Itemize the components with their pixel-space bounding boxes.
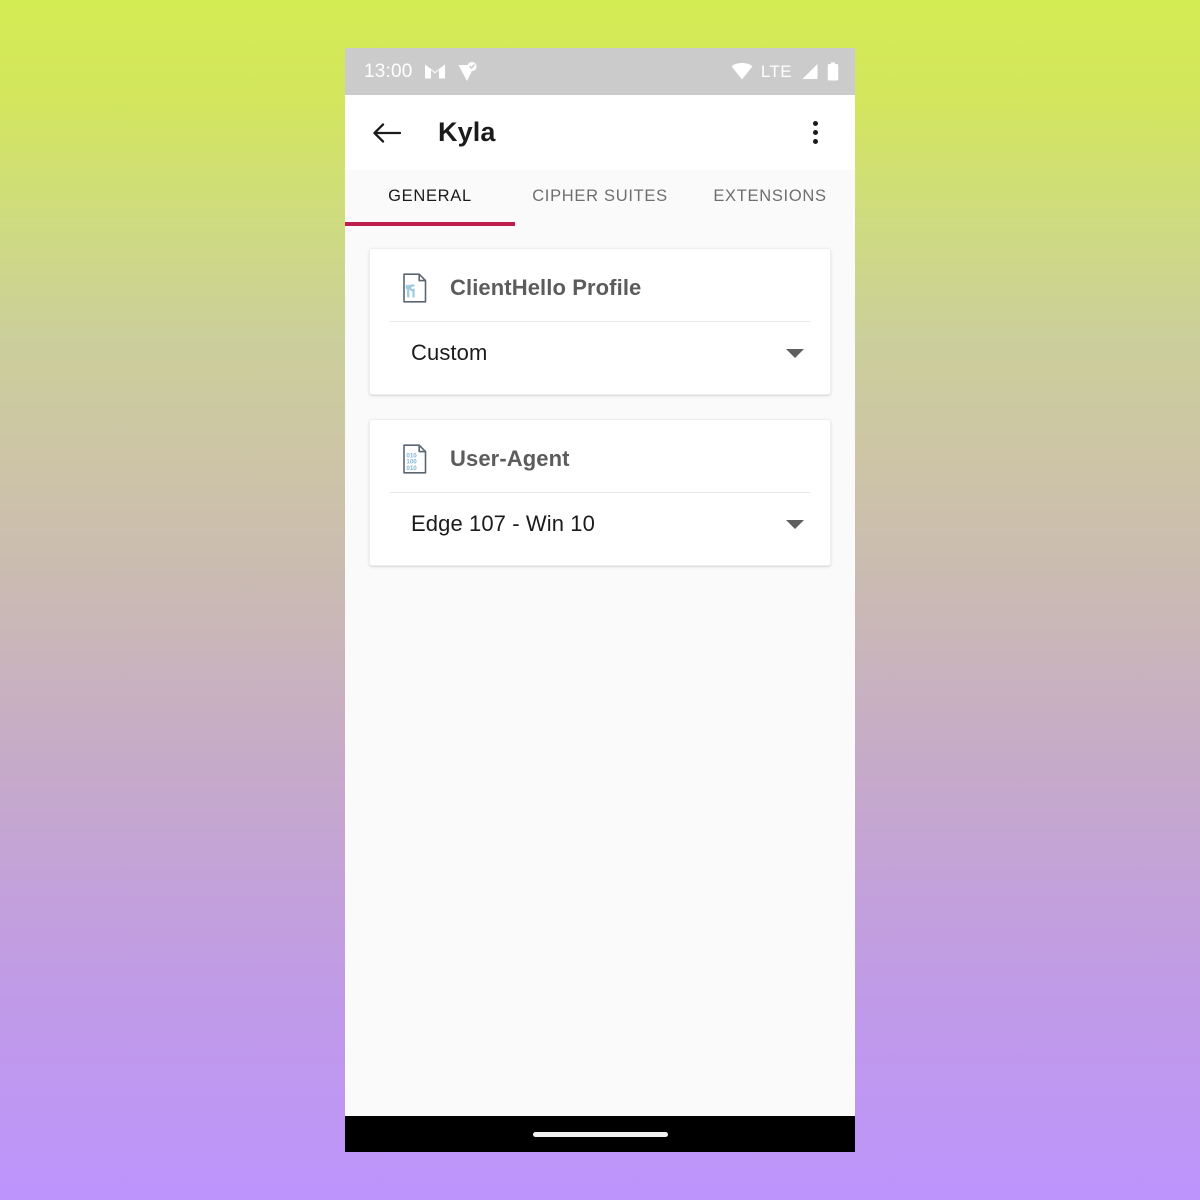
overflow-menu-icon-dot — [812, 139, 818, 144]
tab-cipher-suites-label: CIPHER SUITES — [532, 186, 668, 205]
app-bar: Kyla — [345, 95, 855, 170]
card-clienthello-profile-title: ClientHello Profile — [450, 275, 642, 300]
chevron-down-icon — [786, 348, 804, 358]
status-bar-left: 13:00 — [364, 61, 477, 82]
back-button[interactable] — [369, 115, 405, 151]
arrow-back-icon — [373, 122, 401, 143]
status-bar-right: LTE — [731, 62, 839, 81]
card-user-agent-title: User-Agent — [450, 446, 570, 471]
wifi-icon — [731, 63, 753, 80]
card-user-agent: 010 100 010 User-Agent Edge 107 - Win 10 — [369, 419, 831, 566]
card-user-agent-header: 010 100 010 User-Agent — [370, 436, 830, 482]
tab-extensions-label: EXTENSIONS — [713, 186, 827, 205]
card-clienthello-profile-header: ClientHello Profile — [370, 265, 830, 311]
card-clienthello-profile: ClientHello Profile Custom — [369, 248, 831, 395]
svg-text:010: 010 — [406, 465, 417, 472]
tab-general-label: GENERAL — [388, 186, 472, 205]
chevron-down-icon — [786, 519, 804, 529]
tab-general[interactable]: GENERAL — [345, 170, 515, 226]
tab-cipher-suites[interactable]: CIPHER SUITES — [515, 170, 685, 226]
phone-screen: 13:00 LTE Kyla GENERAL CIPHER SUITES EXT… — [345, 48, 855, 1152]
tab-extensions[interactable]: EXTENSIONS — [685, 170, 855, 226]
settings-content: ClientHello Profile Custom 010 100 010 U… — [345, 226, 855, 1116]
document-binary-icon: 010 100 010 — [403, 444, 427, 474]
tab-active-indicator — [345, 222, 515, 226]
clienthello-profile-select[interactable]: Custom — [370, 322, 830, 384]
user-agent-select[interactable]: Edge 107 - Win 10 — [370, 493, 830, 555]
home-gesture-pill[interactable] — [532, 1131, 668, 1137]
user-agent-value: Edge 107 - Win 10 — [411, 511, 595, 536]
status-bar-clock: 13:00 — [364, 61, 413, 82]
clienthello-profile-value: Custom — [411, 340, 488, 365]
tab-bar: GENERAL CIPHER SUITES EXTENSIONS — [345, 170, 855, 226]
location-marker-check-icon — [458, 61, 477, 81]
overflow-menu-button[interactable] — [797, 115, 833, 151]
system-navigation-bar — [345, 1116, 855, 1152]
status-bar: 13:00 LTE — [345, 48, 855, 95]
mail-icon — [424, 64, 445, 79]
document-tools-icon — [403, 273, 427, 303]
signal-bars-icon — [802, 64, 818, 79]
battery-icon — [827, 62, 839, 81]
network-type-label: LTE — [760, 62, 792, 81]
overflow-menu-icon-dot — [812, 121, 818, 126]
page-title: Kyla — [438, 117, 496, 147]
overflow-menu-icon-dot — [812, 130, 818, 135]
